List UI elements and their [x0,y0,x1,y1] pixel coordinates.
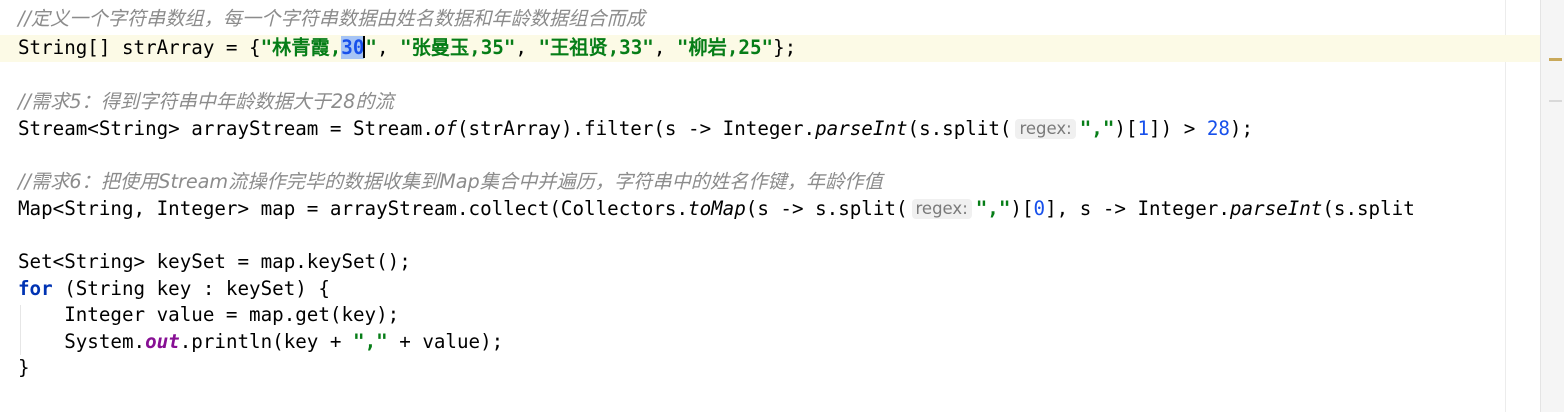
code-line-4[interactable]: //需求5：得到字符串中年龄数据大于28的流 [0,89,1540,116]
code-editor[interactable]: //定义一个字符串数组，每一个字符串数据由姓名数据和年龄数据组合而成 Strin… [0,0,1540,412]
code-token: Map<String, Integer> map = arrayStream.c… [18,197,689,220]
comment: 集合中并遍历，字符串中的姓名作键，年龄作值 [479,170,883,193]
code-line-11[interactable]: for (String key : keySet) { [0,276,1540,303]
code-line-8[interactable]: Map<String, Integer> map = arrayStream.c… [0,196,1540,223]
comment: //定义一个字符串数组，每一个字符串数据由姓名数据和年龄数据组合而成 [18,7,645,30]
code-token: ]) > [1149,117,1207,140]
comment: ：把使用 [81,170,159,193]
comment: ：得到字符串中年龄数据大于 [81,90,331,113]
string-literal: " [365,36,377,59]
code-line-13[interactable]: System.out.println(key + "," + value); [0,329,1540,356]
error-stripe-marker[interactable] [1549,58,1562,61]
string-literal: "," [1079,117,1115,140]
code-line-5[interactable]: Stream<String> arrayStream = Stream.of(s… [0,116,1540,143]
code-token: (s.split( [907,117,1012,140]
code-token: Set<String> keySet = map.keySet(); [18,250,411,273]
keyword: for [18,277,53,300]
code-line-12[interactable]: Integer value = map.get(key); [0,302,1540,329]
code-token: System. [18,330,146,353]
code-token: toMap [688,197,746,220]
code-token: )[ [1010,197,1034,220]
code-token: }; [773,36,797,59]
string-literal: "张曼玉,35" [400,36,516,59]
string-literal: "林青霞, [260,36,342,59]
code-token: , [376,36,401,59]
code-token: parseInt [1229,197,1323,220]
code-line-10[interactable]: Set<String> keySet = map.keySet(); [0,249,1540,276]
code-token: , [515,36,539,59]
code-token: (String key : keySet) { [52,277,330,300]
code-token: of [433,117,457,140]
code-token: Integer value = map.get(key); [18,303,400,326]
code-line-14[interactable]: } [0,355,1540,382]
code-token: , [653,36,677,59]
code-token: .println(key + [179,330,354,353]
string-literal: "," [975,197,1011,220]
code-token: parseInt [815,117,908,140]
code-token: ], s -> Integer. [1045,197,1230,220]
parameter-hint: regex: [1015,119,1076,139]
string-literal: "王祖贤,33" [538,36,654,59]
comment: Map [439,170,480,193]
vertical-scrollbar[interactable] [1540,0,1564,412]
code-token: String[] strArray = { [18,36,261,59]
comment: 的流 [355,90,394,113]
comment: 28 [330,90,356,113]
string-literal: "柳岩,25" [676,36,774,59]
code-token: Stream<String> arrayStream = Stream. [18,117,434,140]
string-literal: "," [353,330,388,353]
selected-text[interactable]: 30 [341,36,365,59]
code-line-1[interactable]: //定义一个字符串数组，每一个字符串数据由姓名数据和年龄数据组合而成 [0,6,1540,33]
code-token: (strArray).filter(s -> Integer. [456,117,816,140]
code-line-2[interactable]: String[] strArray = {"林青霞,30", "张曼玉,35",… [0,35,1540,62]
comment: Stream [158,170,229,193]
comment: 5 [69,90,82,113]
number-literal: 0 [1033,197,1046,220]
code-token: + value); [387,330,504,353]
comment: //需求 [18,170,70,193]
code-token: (s -> s.split( [745,197,908,220]
comment: 流操作完毕的数据收集到 [228,170,440,193]
code-token: )[ [1114,117,1138,140]
static-field: out [145,330,180,353]
parameter-hint: regex: [911,199,972,219]
number-literal: 28 [1206,117,1230,140]
code-token: } [18,356,30,379]
number-literal: 1 [1137,117,1150,140]
error-stripe-marker[interactable] [1549,100,1562,102]
code-token: ); [1229,117,1254,140]
code-token: (s.split [1322,197,1415,220]
code-line-7[interactable]: //需求6：把使用Stream流操作完毕的数据收集到Map集合中并遍历，字符串中… [0,169,1540,196]
comment: 6 [69,170,82,193]
comment: //需求 [18,90,70,113]
